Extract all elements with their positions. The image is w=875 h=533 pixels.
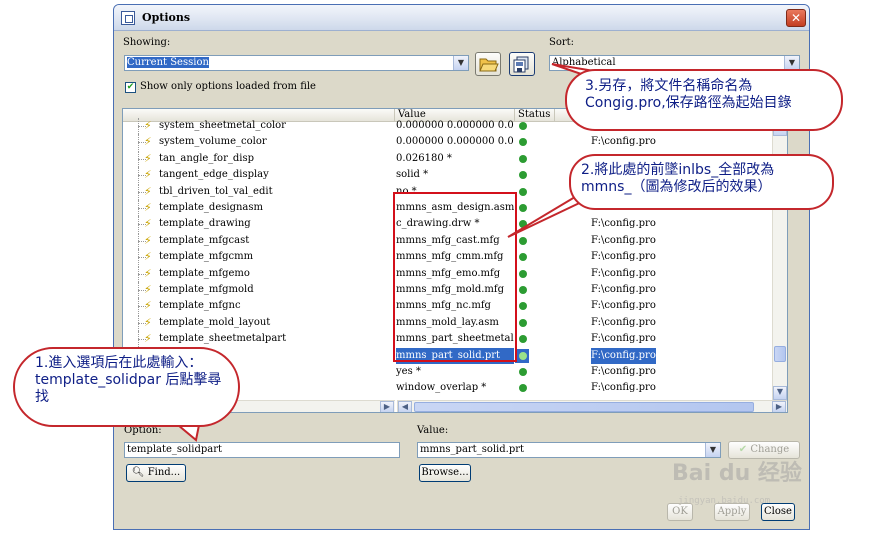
callout-step3: 3.另存，將文件名稱命名為Congig.pro,保存路徑為起始目錄 <box>565 69 843 131</box>
baidu-watermark-url: jingyan.baidu.com <box>678 496 771 506</box>
callout-step1: 1.進入選項后在此處輸入：template_solidpar 后點擊尋找 <box>13 347 240 427</box>
callout-step2: 2.將此處的前墜inlbs_全部改為mmns_（圖為修改后的效果） <box>569 154 834 210</box>
baidu-watermark: Bai du 经验 <box>672 461 802 486</box>
